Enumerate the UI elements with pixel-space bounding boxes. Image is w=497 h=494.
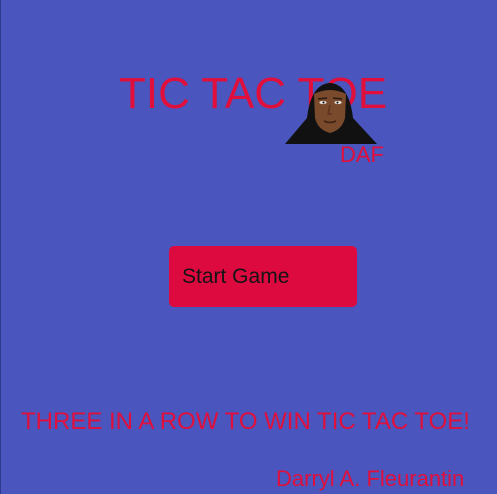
author-initials: DAF: [340, 142, 384, 167]
hooded-face-avatar-icon: [285, 83, 377, 144]
window-edge: [0, 0, 1, 494]
game-start-screen: TIC TAC TOE DAF Start Game THREE IN A RO…: [0, 0, 497, 494]
author-credit: Darryl A. Fleurantin: [276, 466, 465, 491]
start-game-button[interactable]: Start Game: [169, 246, 357, 307]
game-tagline: THREE IN A ROW TO WIN TIC TAC TOE!: [21, 408, 470, 435]
